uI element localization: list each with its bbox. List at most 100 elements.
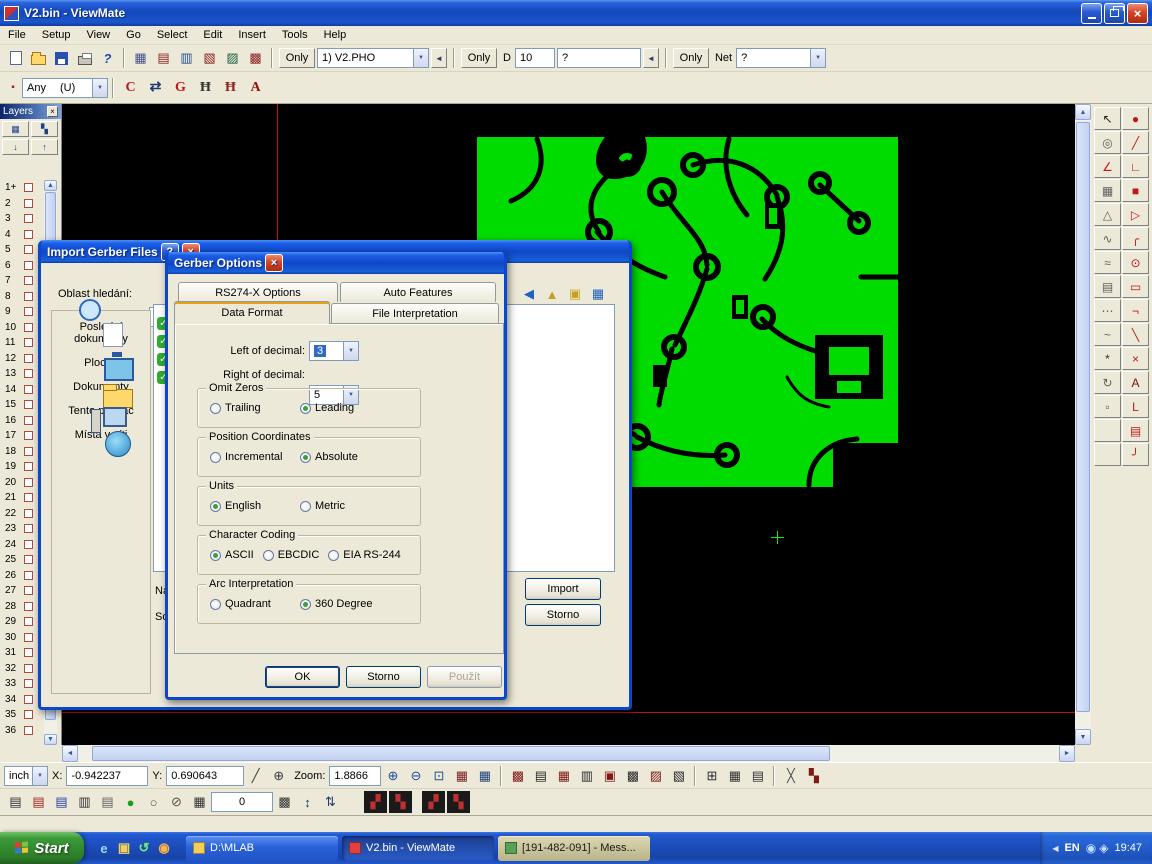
- layer-color-swatch[interactable]: [24, 633, 33, 642]
- layer-color-swatch[interactable]: [24, 571, 33, 580]
- radio-option[interactable]: Absolute: [300, 451, 390, 463]
- tab-file-interpretation[interactable]: File Interpretation: [331, 303, 499, 323]
- select-mode-icon[interactable]: ▪: [4, 77, 22, 99]
- chevron-down-icon[interactable]: ▼: [343, 342, 358, 360]
- layer-color-swatch[interactable]: [24, 648, 33, 657]
- swap-vertical-icon[interactable]: ⇅: [319, 791, 342, 813]
- angle-tool-icon[interactable]: ∠: [1094, 155, 1121, 178]
- radio-option[interactable]: ASCII: [210, 549, 254, 561]
- place-item[interactable]: Poslední dokumenty: [53, 321, 149, 345]
- layer-row[interactable]: 3: [0, 211, 44, 227]
- place-item[interactable]: Plocha: [53, 357, 149, 369]
- grid-icon[interactable]: ▦: [450, 765, 473, 787]
- pad-pattern-1-icon[interactable]: ▩: [506, 765, 529, 787]
- browser-quicklaunch-icon[interactable]: ◉: [155, 839, 173, 857]
- dither-pattern-icon[interactable]: ▞: [422, 791, 445, 813]
- circle-tool-icon[interactable]: ⊙: [1122, 251, 1149, 274]
- menu-item[interactable]: Edit: [195, 26, 230, 45]
- layer-color-swatch[interactable]: [24, 385, 33, 394]
- collapse-tray-icon[interactable]: ◀: [1052, 844, 1058, 853]
- radio-option[interactable]: Leading: [300, 402, 390, 414]
- select-filter-combo[interactable]: Any (U) ▼: [22, 78, 108, 98]
- radio-icon[interactable]: [300, 599, 311, 610]
- menu-item[interactable]: Tools: [274, 26, 316, 45]
- taskbar-window-button[interactable]: D:\MLAB: [186, 836, 338, 861]
- chevron-down-icon[interactable]: ▼: [32, 767, 47, 785]
- layers-view-button[interactable]: ▦: [2, 121, 29, 137]
- menu-item[interactable]: File: [0, 26, 34, 45]
- menu-item[interactable]: View: [78, 26, 118, 45]
- layer-down-button[interactable]: ↓: [2, 139, 29, 155]
- taskbar-window-button[interactable]: [191-482-091] - Mess...: [498, 836, 650, 861]
- views-icon[interactable]: ▦: [588, 284, 608, 304]
- layer-color-swatch[interactable]: [24, 199, 33, 208]
- layer-row[interactable]: 2: [0, 196, 44, 212]
- ie-quicklaunch-icon[interactable]: e: [95, 839, 113, 857]
- layers-stack-4-icon[interactable]: ▥: [73, 791, 96, 813]
- folder-quicklaunch-icon[interactable]: ▣: [115, 839, 133, 857]
- highlight-left-button[interactable]: Ħ: [193, 76, 218, 100]
- dither-pattern-icon[interactable]: ▞: [364, 791, 387, 813]
- text-tool-icon[interactable]: A: [1122, 371, 1149, 394]
- x-coordinate-field[interactable]: -0.942237: [66, 766, 148, 786]
- layer-color-swatch[interactable]: [24, 493, 33, 502]
- triangle-tool-icon[interactable]: ▷: [1122, 203, 1149, 226]
- macro-icon[interactable]: ▩: [244, 47, 267, 69]
- zoom-field[interactable]: 1.8866: [329, 766, 381, 786]
- layer-color-swatch[interactable]: [24, 307, 33, 316]
- pad-pattern-8-icon[interactable]: ▧: [667, 765, 690, 787]
- layer-color-swatch[interactable]: [24, 276, 33, 285]
- scroll-up-icon[interactable]: ▲: [44, 180, 57, 191]
- layer-color-swatch[interactable]: [24, 261, 33, 270]
- tray-msn-icon[interactable]: ◉: [1086, 841, 1096, 855]
- close-icon[interactable]: ×: [47, 106, 58, 117]
- dither-pattern-icon[interactable]: ▚: [447, 791, 470, 813]
- layers-blend-button[interactable]: ▚: [31, 121, 58, 137]
- zoom-out-icon[interactable]: ⊖: [404, 765, 427, 787]
- scroll-up-icon[interactable]: ▲: [1075, 104, 1091, 120]
- pad-tool-icon[interactable]: ●: [1122, 107, 1149, 130]
- scroll-right-icon[interactable]: ►: [1059, 745, 1075, 762]
- spline-tool-icon[interactable]: ~: [1094, 323, 1121, 346]
- redo-tool-icon[interactable]: ↻: [1094, 371, 1121, 394]
- apply-button[interactable]: Použít: [427, 666, 502, 688]
- horizontal-scrollbar[interactable]: ◄ ►: [62, 745, 1075, 762]
- layer-color-swatch[interactable]: [24, 617, 33, 626]
- radio-icon[interactable]: [328, 550, 339, 561]
- polyline-tool-icon[interactable]: ∟: [1122, 155, 1149, 178]
- obround-tool-icon[interactable]: ▭: [1122, 275, 1149, 298]
- radio-icon[interactable]: [210, 452, 221, 463]
- layer-up-button[interactable]: ↑: [31, 139, 58, 155]
- layers-stack-5-icon[interactable]: ▤: [96, 791, 119, 813]
- fill-tool-icon[interactable]: ▦: [1094, 179, 1121, 202]
- layer-color-swatch[interactable]: [24, 726, 33, 735]
- measure-icon[interactable]: ╱: [244, 765, 267, 787]
- dcode-input[interactable]: 10: [515, 48, 555, 68]
- radio-option[interactable]: Quadrant: [210, 598, 300, 610]
- hatch-tool-icon[interactable]: ▤: [1094, 275, 1121, 298]
- dither-pattern-icon[interactable]: ▚: [389, 791, 412, 813]
- radio-option[interactable]: Incremental: [210, 451, 300, 463]
- layer-color-swatch[interactable]: [24, 447, 33, 456]
- layer-color-swatch[interactable]: [24, 586, 33, 595]
- place-item[interactable]: Dokumenty: [53, 381, 149, 393]
- layer-color-swatch[interactable]: [24, 478, 33, 487]
- prev-layer-button[interactable]: ◄: [431, 48, 447, 68]
- language-indicator[interactable]: EN: [1064, 842, 1079, 854]
- rotate-tool-icon[interactable]: ◎: [1094, 131, 1121, 154]
- y-coordinate-field[interactable]: 0.690643: [166, 766, 244, 786]
- restore-button[interactable]: [1104, 3, 1125, 24]
- layer-color-swatch[interactable]: [24, 710, 33, 719]
- menu-item[interactable]: Insert: [230, 26, 274, 45]
- radio-icon[interactable]: [300, 403, 311, 414]
- hook-tool-icon[interactable]: ╯: [1122, 443, 1149, 466]
- radio-option[interactable]: EIA RS-244: [328, 549, 400, 561]
- prev-dcode-button[interactable]: ◄: [643, 48, 659, 68]
- counter-field[interactable]: 0: [211, 792, 273, 812]
- radio-option[interactable]: Trailing: [210, 402, 300, 414]
- scroll-left-icon[interactable]: ◄: [62, 745, 78, 762]
- smooth-tool-icon[interactable]: ≈: [1094, 251, 1121, 274]
- place-item[interactable]: Místa v síti: [53, 429, 149, 441]
- layer-color-swatch[interactable]: [24, 509, 33, 518]
- swap-button[interactable]: ⇄: [143, 76, 168, 100]
